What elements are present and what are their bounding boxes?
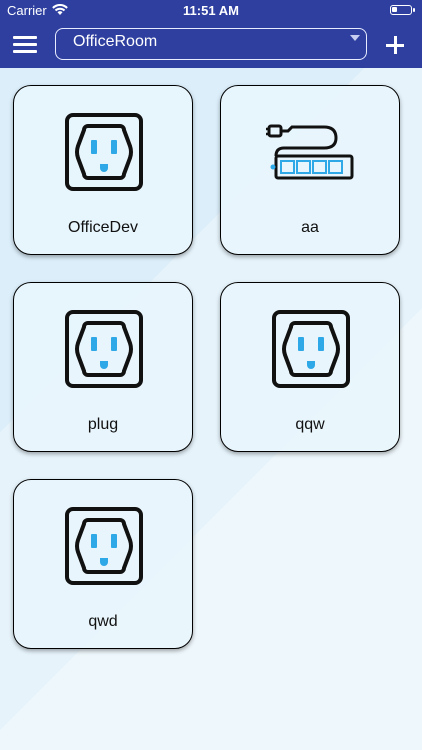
room-select-value: OfficeRoom <box>73 33 158 50</box>
battery-icon <box>390 5 415 15</box>
clock: 11:51 AM <box>183 3 239 18</box>
device-name: qwd <box>88 613 118 630</box>
device-name: OfficeDev <box>68 219 138 236</box>
outlet-icon <box>65 310 143 388</box>
device-card-qqw[interactable]: qqw <box>220 282 400 452</box>
device-card-aa[interactable]: aa <box>220 85 400 255</box>
top-bar: Carrier 11:51 AM OfficeRoom <box>0 0 422 68</box>
dropdown-arrow-icon <box>350 35 360 41</box>
outlet-icon <box>272 310 350 388</box>
menu-icon[interactable] <box>13 36 37 54</box>
device-card-plug[interactable]: plug <box>13 282 193 452</box>
device-card-qwd[interactable]: qwd <box>13 479 193 649</box>
room-select[interactable]: OfficeRoom <box>55 28 367 60</box>
device-name: aa <box>301 219 319 236</box>
device-card-officedev[interactable]: OfficeDev <box>13 85 193 255</box>
status-bar: Carrier 11:51 AM <box>0 0 422 22</box>
power-strip-icon <box>266 124 354 180</box>
device-name: plug <box>87 416 119 433</box>
outlet-icon <box>65 113 143 191</box>
device-name: qqw <box>295 416 325 433</box>
outlet-icon <box>65 507 143 585</box>
add-icon[interactable] <box>384 34 406 56</box>
